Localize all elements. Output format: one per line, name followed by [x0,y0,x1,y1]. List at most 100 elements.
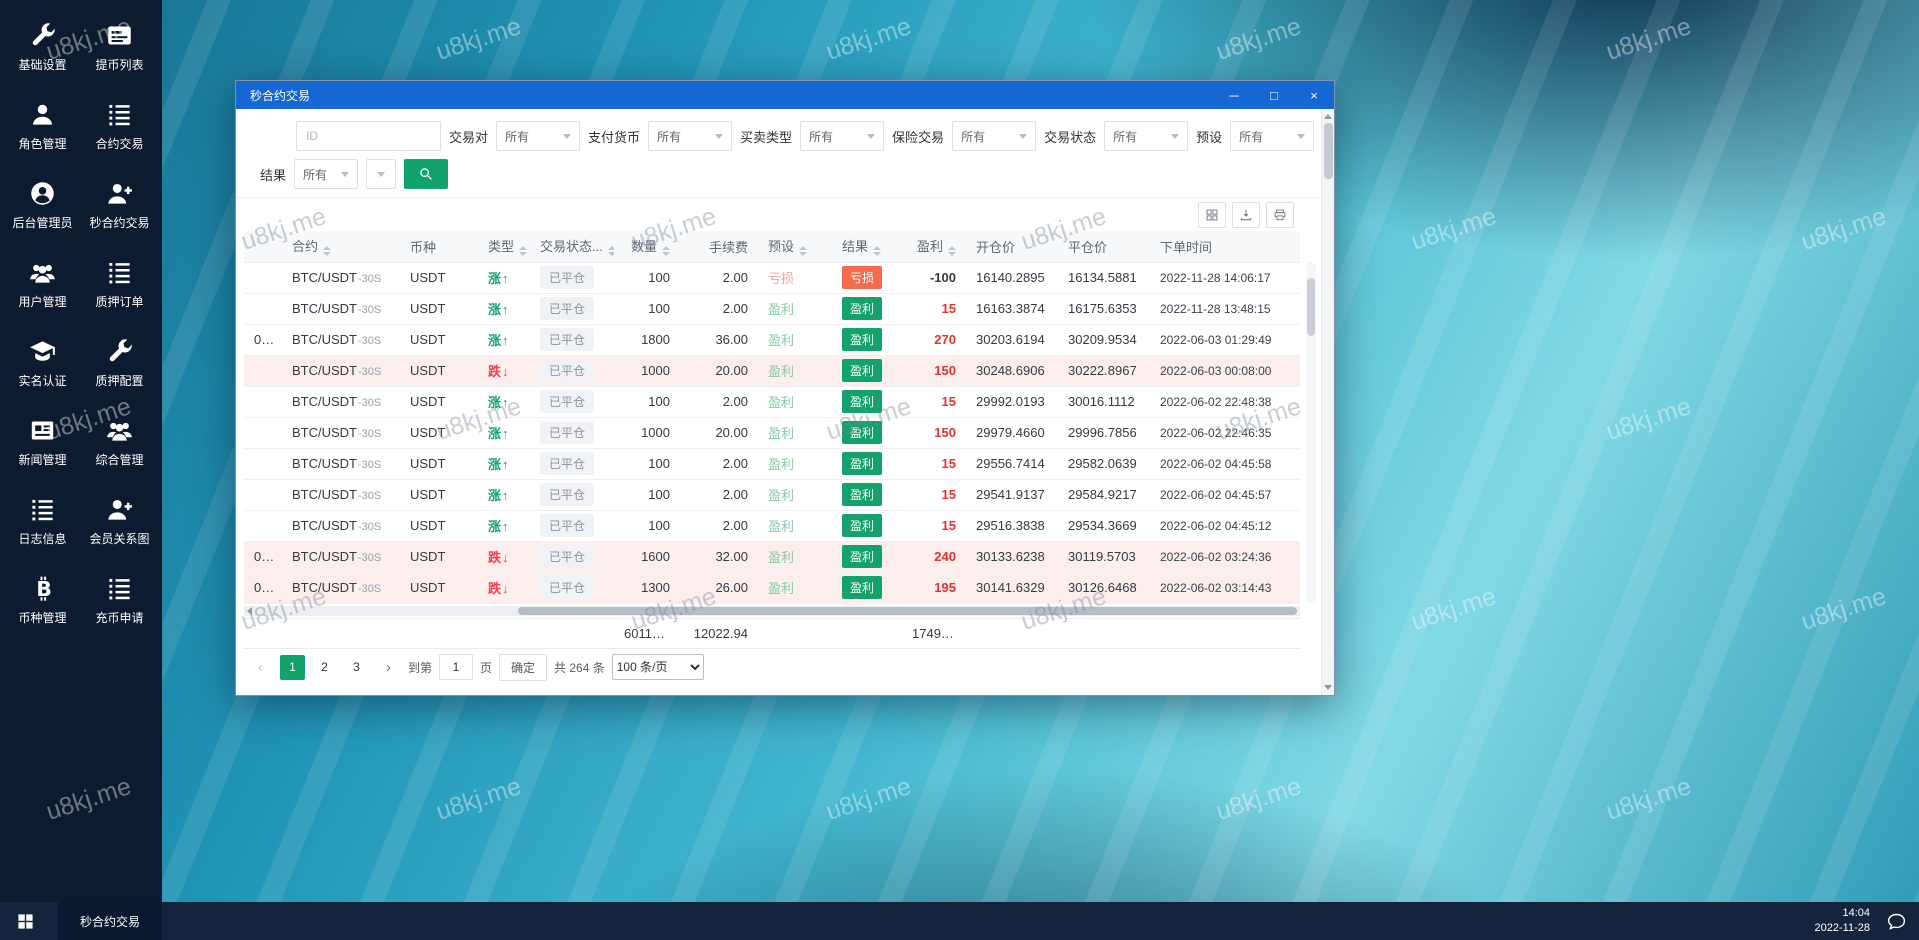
column-header[interactable]: 交易状态... [530,231,614,263]
id-input[interactable] [296,121,441,151]
per-page-select[interactable]: 100 条/页 [611,654,704,680]
table-vertical-scrollbar[interactable] [1306,262,1316,603]
sort-icon[interactable] [607,246,614,257]
desktop-shortcut[interactable]: 质押配置 [82,324,158,403]
select-value: 所有 [961,129,986,144]
desktop-shortcut[interactable]: 基础设置 [5,8,81,87]
close-button[interactable]: × [1294,81,1334,109]
filter-select[interactable]: 所有 [1104,121,1189,151]
filter-select[interactable]: 所有 [1230,121,1315,151]
maximize-button[interactable]: □ [1254,81,1294,109]
cell-fee: 20.00 [680,355,758,387]
confirm-button[interactable]: 确定 [499,653,548,681]
column-header[interactable]: 数量 [614,231,680,263]
column-header[interactable]: 类型 [478,231,530,263]
desktop-shortcut[interactable]: 新闻管理 [5,403,81,482]
desktop-shortcut[interactable]: 充币申请 [82,561,158,640]
table-row[interactable]: BTC/USDT-30S USDT 涨↑ 已平仓 100 2.00 盈利 盈利 15 29992.… [244,386,1300,418]
table-row[interactable]: BTC/USDT-30S USDT 涨↑ 已平仓 100 2.00 亏损 亏损 -100 1614… [244,262,1300,294]
column-header[interactable]: 合约 [282,231,400,263]
goto-page-input[interactable] [439,654,474,680]
summary-row: 601147... 12022.94 174922.45 [244,617,1300,649]
table-row[interactable]: 0... BTC/USDT-30S USDT 跌↓ 已平仓 1300 26.00 盈利 盈利 19… [244,572,1300,604]
export-button[interactable] [1232,201,1260,228]
windows-logo-icon [17,913,34,930]
sort-icon[interactable] [799,246,808,257]
desktop-shortcut[interactable]: 会员关系图 [82,482,158,561]
table-row[interactable]: BTC/USDT-30S USDT 涨↑ 已平仓 100 2.00 盈利 盈利 15 16163.… [244,293,1300,325]
taskbar-clock[interactable]: 14:04 2022-11-28 [1815,906,1870,937]
page-button[interactable]: 2 [312,655,337,680]
page-button[interactable]: 1 [280,654,305,680]
filter-select[interactable]: 所有 [496,121,581,151]
summary-profit: 174922.45 [902,617,966,649]
column-header[interactable]: 盈利 [902,231,966,263]
desktop-shortcut[interactable]: 综合管理 [82,403,158,482]
select-value: 所有 [303,167,328,182]
table-row[interactable]: BTC/USDT-30S USDT 涨↑ 已平仓 1000 20.00 盈利 盈利 150 299… [244,417,1300,449]
desktop-shortcut[interactable]: 角色管理 [5,87,81,166]
scroll-left-arrow[interactable] [247,606,252,615]
sort-icon[interactable] [662,246,670,257]
table-horizontal-scrollbar[interactable] [244,605,1300,616]
table-row[interactable]: 0... BTC/USDT-30S USDT 涨↑ 已平仓 1800 36.00 盈利 盈利 27… [244,324,1300,356]
filter-select[interactable]: 所有 [800,121,885,151]
cell-status: 已平仓 [530,324,614,356]
column-header[interactable]: 结果 [832,231,902,263]
table-toolbar [236,197,1334,231]
cell-preset: 盈利 [758,448,832,480]
search-button[interactable] [404,159,449,189]
desktop-shortcut[interactable]: 提币列表 [82,8,158,87]
prev-page-button[interactable]: ‹ [248,655,273,680]
cell-profit: 150 [902,355,966,387]
desktop-shortcut[interactable]: 日志信息 [5,482,81,561]
desktop-shortcut[interactable]: 用户管理 [5,245,81,324]
scroll-up-arrow[interactable] [1322,110,1334,122]
window-scrollbar[interactable] [1321,109,1334,695]
table-row[interactable]: 0... BTC/USDT-30S USDT 跌↓ 已平仓 1600 32.00 盈利 盈利 24… [244,541,1300,573]
clock-date: 2022-11-28 [1814,922,1870,934]
filter-columns-button[interactable] [1198,201,1226,228]
cell-id: 0... [244,324,282,356]
scrollbar-thumb[interactable] [1324,123,1333,179]
table-row[interactable]: BTC/USDT-30S USDT 涨↑ 已平仓 100 2.00 盈利 盈利 15 29556.… [244,448,1300,480]
window-titlebar[interactable]: 秒合约交易 ─ □ × [236,81,1334,109]
cell-profit: 270 [902,324,966,356]
taskbar-app[interactable]: 秒合约交易 [58,902,163,940]
sort-icon[interactable] [873,246,882,257]
table-row[interactable]: BTC/USDT-30S USDT 跌↓ 已平仓 1000 20.00 盈利 盈利 150 302… [244,355,1300,387]
download-icon [1239,208,1253,222]
scroll-down-arrow[interactable] [1322,681,1334,693]
column-header[interactable]: 预设 [758,231,832,263]
scrollbar-thumb[interactable] [1307,278,1315,336]
desktop-shortcut[interactable]: 质押订单 [82,245,158,324]
sort-icon[interactable] [323,246,332,257]
desktop-shortcut[interactable]: 币种管理 [5,561,81,640]
desktop-shortcut[interactable]: 后台管理员 [5,166,81,245]
sort-icon[interactable] [519,246,528,257]
desktop-shortcut[interactable]: 合约交易 [82,87,158,166]
cell-contract: BTC/USDT-30S [282,510,400,542]
cell-order-time: 2022-06-02 04:45:12 [1150,510,1300,542]
filter-select[interactable]: 所有 [648,121,733,151]
print-button[interactable] [1266,201,1294,228]
cell-order-time: 2022-06-02 22:46:35 [1150,417,1300,449]
page-button[interactable]: 3 [344,655,369,680]
desktop-shortcut[interactable]: 实名认证 [5,324,81,403]
filter-select[interactable]: 所有 [952,121,1037,151]
next-page-button[interactable]: › [376,655,401,680]
result-select[interactable]: 所有 [294,159,359,189]
desktop-shortcut[interactable]: 秒合约交易 [82,166,158,245]
chat-button[interactable] [1886,911,1907,932]
cell-open-price: 16163.3874 [966,293,1058,325]
table-row[interactable]: BTC/USDT-30S USDT 涨↑ 已平仓 100 2.00 盈利 盈利 15 29541.… [244,479,1300,511]
sort-icon[interactable] [948,246,956,257]
expand-filters-button[interactable] [366,159,397,189]
taskbar: 秒合约交易 14:04 2022-11-28 [0,902,1919,940]
cell-order-time: 2022-06-02 03:14:43 [1150,572,1300,604]
table-row[interactable]: BTC/USDT-30S USDT 涨↑ 已平仓 100 2.00 盈利 盈利 15 29516.… [244,510,1300,542]
scrollbar-thumb[interactable] [518,606,1297,615]
minimize-button[interactable]: ─ [1214,81,1254,109]
start-button[interactable] [0,902,50,940]
cell-result: 盈利 [832,386,902,418]
